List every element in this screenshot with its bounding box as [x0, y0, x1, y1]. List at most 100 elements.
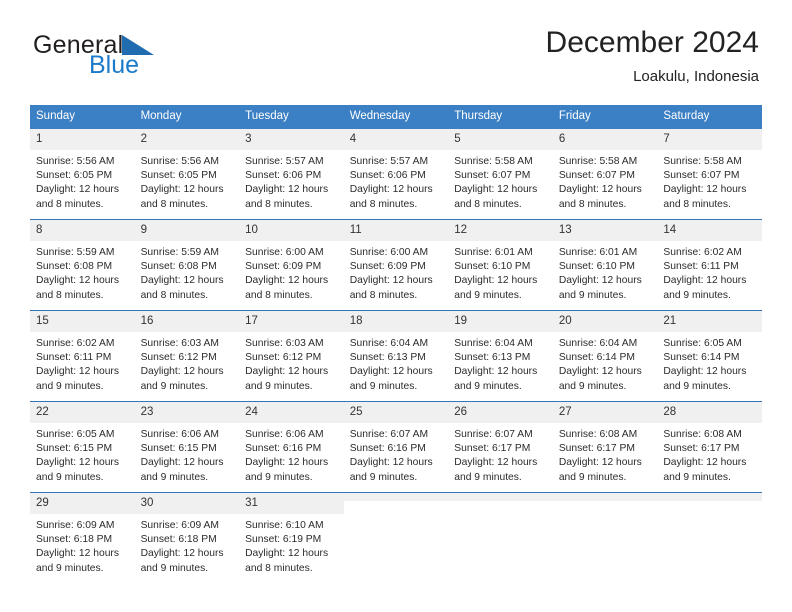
day-number: 9 — [134, 220, 240, 241]
sunset-text: Sunset: 6:09 PM — [245, 261, 322, 273]
day-cell[interactable]: 17 Sunrise: 6:03 AM Sunset: 6:12 PM Dayligh… — [239, 310, 344, 402]
daylight-text-line2: and 9 minutes. — [245, 471, 313, 483]
daylight-text-line2: and 8 minutes. — [349, 198, 418, 210]
day-cell[interactable]: 18 Sunrise: 6:04 AM Sunset: 6:13 PM Dayligh… — [343, 310, 449, 402]
daylight-text-line2: and 8 minutes. — [36, 198, 104, 210]
day-cell[interactable]: 4 Sunrise: 5:57 AM Sunset: 6:06 PM Daylight… — [343, 129, 449, 220]
day-number: 26 — [448, 402, 553, 423]
daylight-text-line1: Daylight: 12 hours — [140, 366, 224, 378]
day-cell[interactable]: 22 Sunrise: 6:05 AM Sunset: 6:15 PM Dayligh… — [30, 401, 135, 493]
sunset-text: Sunset: 6:14 PM — [663, 352, 740, 364]
sunset-text: Sunset: 6:17 PM — [663, 443, 740, 455]
day-cell[interactable]: 3 Sunrise: 5:57 AM Sunset: 6:06 PM Daylight… — [239, 129, 344, 220]
day-cell[interactable]: 24 Sunrise: 6:06 AM Sunset: 6:16 PM Dayligh… — [239, 401, 344, 493]
day-cell[interactable]: 25 Sunrise: 6:07 AM Sunset: 6:16 PM Dayligh… — [343, 401, 449, 493]
day-number: 29 — [30, 493, 135, 514]
daylight-text-line1: Daylight: 12 hours — [36, 366, 119, 378]
daylight-text-line2: and 9 minutes. — [454, 380, 522, 392]
day-details: Sunrise: 6:06 AM Sunset: 6:15 PM Daylight:… — [135, 423, 240, 485]
day-cell[interactable]: 9 Sunrise: 5:59 AM Sunset: 6:08 PM Daylight… — [134, 219, 240, 311]
daylight-text-line1: Daylight: 12 hours — [36, 184, 119, 196]
day-cell[interactable]: 28 Sunrise: 6:08 AM Sunset: 6:17 PM Dayligh… — [657, 401, 762, 493]
day-details: Sunrise: 6:06 AM Sunset: 6:16 PM Daylight:… — [239, 423, 344, 485]
day-cell[interactable]: 2 Sunrise: 5:56 AM Sunset: 6:05 PM Daylight… — [134, 129, 240, 220]
week-row: 8 Sunrise: 5:59 AM Sunset: 6:08 PM Daylight… — [30, 219, 762, 311]
daylight-text-line2: and 9 minutes. — [454, 471, 522, 483]
day-details: Sunrise: 6:02 AM Sunset: 6:11 PM Daylight:… — [30, 332, 135, 394]
day-cell[interactable]: 10 Sunrise: 6:00 AM Sunset: 6:09 PM Dayligh… — [239, 219, 344, 311]
day-cell-empty — [552, 492, 658, 583]
day-cell[interactable]: 23 Sunrise: 6:06 AM Sunset: 6:15 PM Dayligh… — [134, 401, 240, 493]
calendar-body: 1 Sunrise: 5:56 AM Sunset: 6:05 PM Daylight… — [30, 129, 762, 583]
day-cell[interactable]: 14 Sunrise: 6:02 AM Sunset: 6:11 PM Dayligh… — [657, 219, 762, 311]
day-cell[interactable]: 20 Sunrise: 6:04 AM Sunset: 6:14 PM Dayligh… — [552, 310, 658, 402]
day-number: 3 — [239, 129, 344, 150]
sunset-text: Sunset: 6:08 PM — [140, 261, 217, 273]
day-number — [343, 493, 449, 501]
sunrise-text: Sunrise: 6:00 AM — [245, 247, 324, 258]
daylight-text-line1: Daylight: 12 hours — [349, 457, 433, 469]
sunset-text: Sunset: 6:16 PM — [349, 443, 426, 455]
day-cell[interactable]: 26 Sunrise: 6:07 AM Sunset: 6:17 PM Dayligh… — [448, 401, 553, 493]
day-cell[interactable]: 13 Sunrise: 6:01 AM Sunset: 6:10 PM Dayligh… — [552, 219, 658, 311]
daylight-text-line2: and 8 minutes. — [140, 289, 209, 301]
day-cell[interactable]: 19 Sunrise: 6:04 AM Sunset: 6:13 PM Dayligh… — [448, 310, 553, 402]
day-cell[interactable]: 29 Sunrise: 6:09 AM Sunset: 6:18 PM Dayligh… — [30, 492, 135, 583]
day-details: Sunrise: 6:03 AM Sunset: 6:12 PM Daylight:… — [135, 332, 240, 394]
sunrise-text: Sunrise: 6:06 AM — [140, 429, 219, 440]
day-cell[interactable]: 30 Sunrise: 6:09 AM Sunset: 6:18 PM Dayligh… — [134, 492, 240, 583]
day-cell-empty — [448, 492, 553, 583]
day-number: 11 — [343, 220, 449, 241]
sunrise-text: Sunrise: 5:56 AM — [140, 156, 219, 167]
day-cell[interactable]: 12 Sunrise: 6:01 AM Sunset: 6:10 PM Dayligh… — [448, 219, 553, 311]
sunrise-text: Sunrise: 5:58 AM — [558, 156, 638, 167]
day-number: 4 — [343, 129, 449, 150]
day-details: Sunrise: 6:07 AM Sunset: 6:17 PM Daylight:… — [448, 423, 553, 485]
day-number: 22 — [30, 402, 135, 423]
day-cell[interactable]: 31 Sunrise: 6:10 AM Sunset: 6:19 PM Dayligh… — [239, 492, 344, 583]
sunset-text: Sunset: 6:16 PM — [245, 443, 322, 455]
day-number: 7 — [657, 129, 762, 150]
day-cell[interactable]: 16 Sunrise: 6:03 AM Sunset: 6:12 PM Dayligh… — [134, 310, 240, 402]
sunset-text: Sunset: 6:17 PM — [558, 443, 635, 455]
day-cell[interactable]: 8 Sunrise: 5:59 AM Sunset: 6:08 PM Daylight… — [30, 219, 135, 311]
day-number: 6 — [552, 129, 658, 150]
day-number: 16 — [134, 311, 240, 332]
sunrise-text: Sunrise: 5:59 AM — [36, 247, 115, 258]
daylight-text-line2: and 9 minutes. — [36, 471, 104, 483]
day-cell[interactable]: 21 Sunrise: 6:05 AM Sunset: 6:14 PM Dayligh… — [657, 310, 762, 402]
day-cell[interactable]: 1 Sunrise: 5:56 AM Sunset: 6:05 PM Daylight… — [30, 129, 135, 220]
sunrise-text: Sunrise: 5:57 AM — [245, 156, 324, 167]
daylight-text-line1: Daylight: 12 hours — [245, 548, 329, 560]
daylight-text-line1: Daylight: 12 hours — [245, 457, 329, 469]
sunset-text: Sunset: 6:11 PM — [663, 261, 739, 273]
sunset-text: Sunset: 6:19 PM — [245, 534, 322, 546]
day-cell[interactable]: 6 Sunrise: 5:58 AM Sunset: 6:07 PM Daylight… — [552, 129, 658, 220]
sunrise-text: Sunrise: 6:05 AM — [36, 429, 115, 440]
day-number: 12 — [448, 220, 553, 241]
day-number: 28 — [657, 402, 762, 423]
sunrise-text: Sunrise: 5:58 AM — [454, 156, 533, 167]
day-cell[interactable]: 7 Sunrise: 5:58 AM Sunset: 6:07 PM Daylight… — [657, 129, 762, 220]
day-cell[interactable]: 15 Sunrise: 6:02 AM Sunset: 6:11 PM Dayligh… — [30, 310, 135, 402]
sunset-text: Sunset: 6:15 PM — [140, 443, 217, 455]
daylight-text-line2: and 9 minutes. — [140, 562, 209, 574]
daylight-text-line1: Daylight: 12 hours — [349, 184, 433, 196]
day-number — [657, 493, 762, 501]
day-details: Sunrise: 6:09 AM Sunset: 6:18 PM Daylight:… — [30, 514, 135, 576]
day-number: 23 — [134, 402, 240, 423]
week-row: 1 Sunrise: 5:56 AM Sunset: 6:05 PM Daylight… — [30, 129, 762, 220]
sunset-text: Sunset: 6:17 PM — [454, 443, 531, 455]
day-number: 13 — [552, 220, 658, 241]
sunrise-text: Sunrise: 6:04 AM — [454, 338, 533, 349]
daylight-text-line1: Daylight: 12 hours — [245, 184, 329, 196]
sunrise-text: Sunrise: 6:06 AM — [245, 429, 324, 440]
day-cell[interactable]: 11 Sunrise: 6:00 AM Sunset: 6:09 PM Dayligh… — [343, 219, 449, 311]
day-cell[interactable]: 27 Sunrise: 6:08 AM Sunset: 6:17 PM Dayligh… — [552, 401, 658, 493]
day-cell[interactable]: 5 Sunrise: 5:58 AM Sunset: 6:07 PM Daylight… — [448, 129, 553, 220]
daylight-text-line1: Daylight: 12 hours — [140, 548, 224, 560]
day-details: Sunrise: 5:58 AM Sunset: 6:07 PM Daylight:… — [448, 150, 553, 212]
daylight-text-line2: and 9 minutes. — [349, 471, 418, 483]
sunset-text: Sunset: 6:18 PM — [36, 534, 113, 546]
sunrise-text: Sunrise: 6:04 AM — [349, 338, 429, 349]
